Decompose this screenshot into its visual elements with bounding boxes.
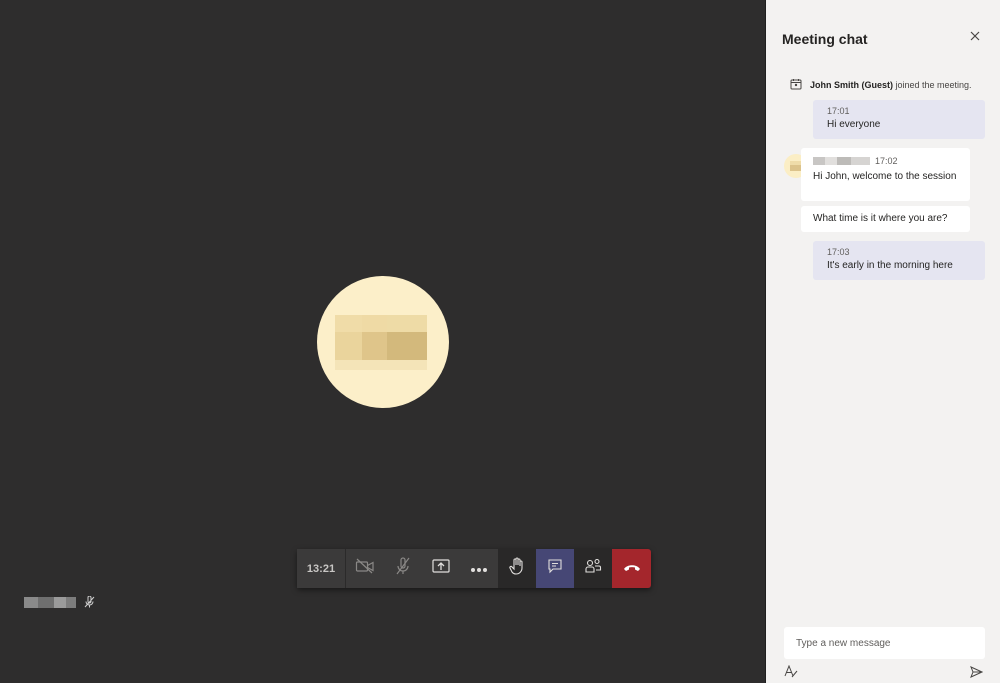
- chat-message-other: What time is it where you are?: [801, 206, 970, 232]
- sender-name-blurred: [813, 157, 870, 165]
- raise-hand-button[interactable]: [498, 549, 536, 588]
- close-chat-button[interactable]: [966, 28, 984, 46]
- mic-off-icon: [84, 596, 95, 608]
- meeting-stage: 13:21: [0, 0, 765, 683]
- hang-up-button[interactable]: [612, 549, 651, 588]
- message-text: Hi John, welcome to the session: [813, 171, 957, 182]
- system-message-text: John Smith (Guest) joined the meeting.: [810, 80, 972, 90]
- meeting-chat-panel: Meeting chat John Smith (Guest) joined t…: [765, 0, 1000, 683]
- more-options-icon: [470, 560, 488, 578]
- chat-title: Meeting chat: [782, 31, 868, 47]
- joined-text: joined the meeting.: [893, 80, 972, 90]
- raise-hand-icon: [509, 557, 525, 580]
- camera-off-icon: [355, 558, 375, 579]
- camera-toggle-button[interactable]: [346, 549, 384, 588]
- chat-message-mine: 17:03 It's early in the morning here: [813, 241, 985, 280]
- calendar-person-icon: [790, 78, 802, 92]
- participant-avatar: [317, 276, 449, 408]
- close-icon: [970, 28, 980, 46]
- message-text: Hi everyone: [827, 119, 881, 130]
- media-controls: [346, 549, 498, 588]
- side-controls: [498, 549, 651, 588]
- system-message: John Smith (Guest) joined the meeting.: [790, 78, 972, 92]
- compose-box[interactable]: [784, 627, 985, 659]
- participants-button[interactable]: [574, 549, 612, 588]
- mic-off-icon: [394, 557, 412, 580]
- message-time: 17:02: [875, 156, 898, 166]
- more-options-button[interactable]: [460, 549, 498, 588]
- format-icon[interactable]: [784, 664, 798, 683]
- participants-icon: [584, 557, 602, 580]
- share-screen-button[interactable]: [422, 549, 460, 588]
- chat-icon: [547, 558, 563, 579]
- message-time: 17:03: [827, 247, 850, 257]
- call-controls: 13:21: [297, 549, 651, 588]
- chat-toggle-button[interactable]: [536, 549, 574, 588]
- share-screen-icon: [432, 558, 450, 579]
- message-time: 17:01: [827, 106, 850, 116]
- chat-message-mine: 17:01 Hi everyone: [813, 100, 985, 139]
- chat-message-other: 17:02 Hi John, welcome to the session: [801, 148, 970, 201]
- self-video-tile: [24, 595, 95, 609]
- message-text: What time is it where you are?: [813, 213, 948, 224]
- mic-toggle-button[interactable]: [384, 549, 422, 588]
- message-header: 17:02: [813, 154, 958, 168]
- self-name-blurred: [24, 596, 76, 608]
- message-text: It's early in the morning here: [827, 260, 953, 271]
- joined-user-name: John Smith (Guest): [810, 80, 893, 90]
- send-icon[interactable]: [970, 665, 984, 683]
- hang-up-icon: [623, 560, 641, 578]
- message-input[interactable]: [796, 637, 973, 649]
- call-timer: 13:21: [297, 549, 346, 588]
